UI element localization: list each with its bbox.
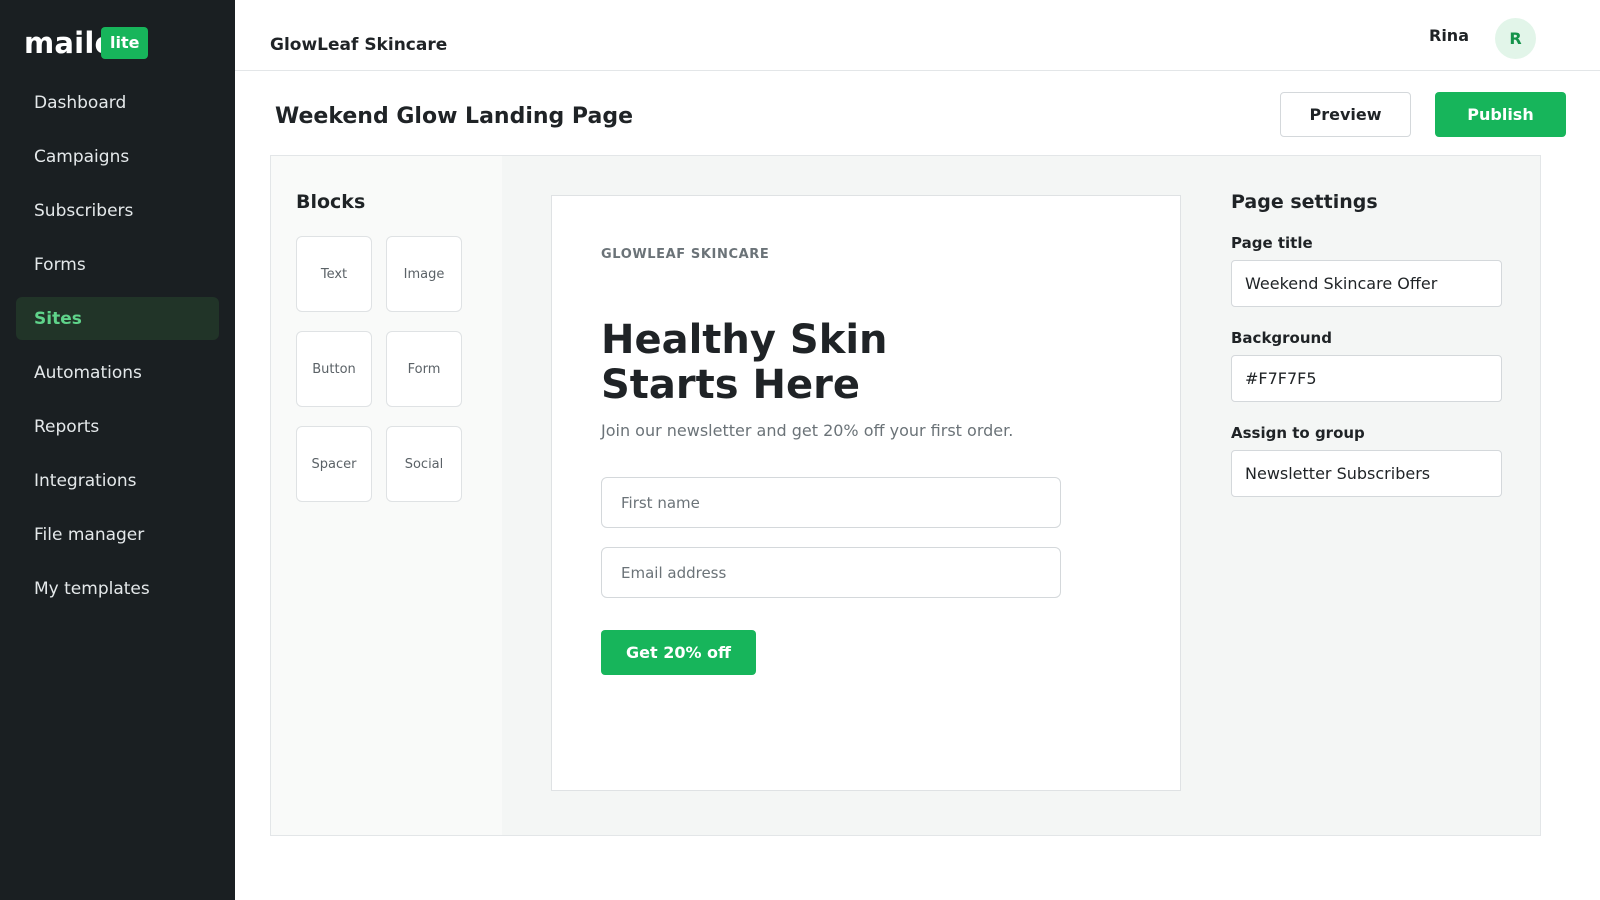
block-button[interactable]: Button: [296, 331, 372, 407]
page-title: Weekend Glow Landing Page: [275, 104, 633, 129]
sidebar-item-dashboard[interactable]: Dashboard: [16, 81, 219, 124]
landing-heading[interactable]: Healthy Skin Starts Here: [601, 318, 888, 408]
preview-button[interactable]: Preview: [1280, 92, 1411, 137]
user-name[interactable]: Rina: [1429, 26, 1469, 45]
sidebar-item-reports[interactable]: Reports: [16, 405, 219, 448]
logo-badge: lite: [101, 27, 149, 59]
page-settings-title: Page settings: [1231, 191, 1378, 213]
user-avatar-icon[interactable]: R: [1495, 18, 1536, 59]
sidebar-item-subscribers[interactable]: Subscribers: [16, 189, 219, 232]
sidebar-item-forms[interactable]: Forms: [16, 243, 219, 286]
assign-group-input[interactable]: [1231, 450, 1502, 497]
block-social[interactable]: Social: [386, 426, 462, 502]
background-input[interactable]: [1231, 355, 1502, 402]
sidebar-item-sites[interactable]: Sites: [16, 297, 219, 340]
block-text[interactable]: Text: [296, 236, 372, 312]
page-title-input[interactable]: [1231, 260, 1502, 307]
sidebar-item-automations[interactable]: Automations: [16, 351, 219, 394]
block-spacer[interactable]: Spacer: [296, 426, 372, 502]
landing-heading-line-1: Healthy Skin: [601, 317, 888, 363]
account-brand-name: GlowLeaf Skincare: [270, 35, 448, 55]
block-image[interactable]: Image: [386, 236, 462, 312]
background-label: Background: [1231, 329, 1332, 347]
app-logo[interactable]: mailerlite lite: [24, 26, 149, 60]
get-discount-button[interactable]: Get 20% off: [601, 630, 756, 675]
page-title-label: Page title: [1231, 234, 1313, 252]
landing-brand[interactable]: GLOWLEAF SKINCARE: [601, 247, 769, 262]
sidebar-item-my-templates[interactable]: My templates: [16, 567, 219, 610]
first-name-field[interactable]: [601, 477, 1061, 528]
landing-heading-line-2: Starts Here: [601, 362, 860, 408]
sidebar-item-file-manager[interactable]: File manager: [16, 513, 219, 556]
sidebar-nav: Dashboard Campaigns Subscribers Forms Si…: [16, 81, 219, 621]
blocks-title: Blocks: [296, 191, 366, 213]
sidebar-item-integrations[interactable]: Integrations: [16, 459, 219, 502]
sidebar-item-campaigns[interactable]: Campaigns: [16, 135, 219, 178]
publish-button[interactable]: Publish: [1435, 92, 1566, 137]
landing-page-canvas[interactable]: GLOWLEAF SKINCARE Healthy Skin Starts He…: [551, 195, 1181, 791]
block-form[interactable]: Form: [386, 331, 462, 407]
top-bar: GlowLeaf Skincare Rina R: [235, 0, 1600, 71]
landing-subtitle[interactable]: Join our newsletter and get 20% off your…: [601, 421, 1013, 440]
logo-wordmark: mailerlite: [24, 26, 103, 60]
assign-group-label: Assign to group: [1231, 424, 1365, 442]
blocks-panel: Blocks Text Image Button Form Spacer Soc…: [271, 156, 502, 835]
page-settings-panel: Page settings Page title Background Assi…: [1231, 156, 1531, 835]
page-editor: Blocks Text Image Button Form Spacer Soc…: [270, 155, 1541, 836]
email-field[interactable]: [601, 547, 1061, 598]
sidebar: mailerlite lite Dashboard Campaigns Subs…: [0, 0, 235, 900]
